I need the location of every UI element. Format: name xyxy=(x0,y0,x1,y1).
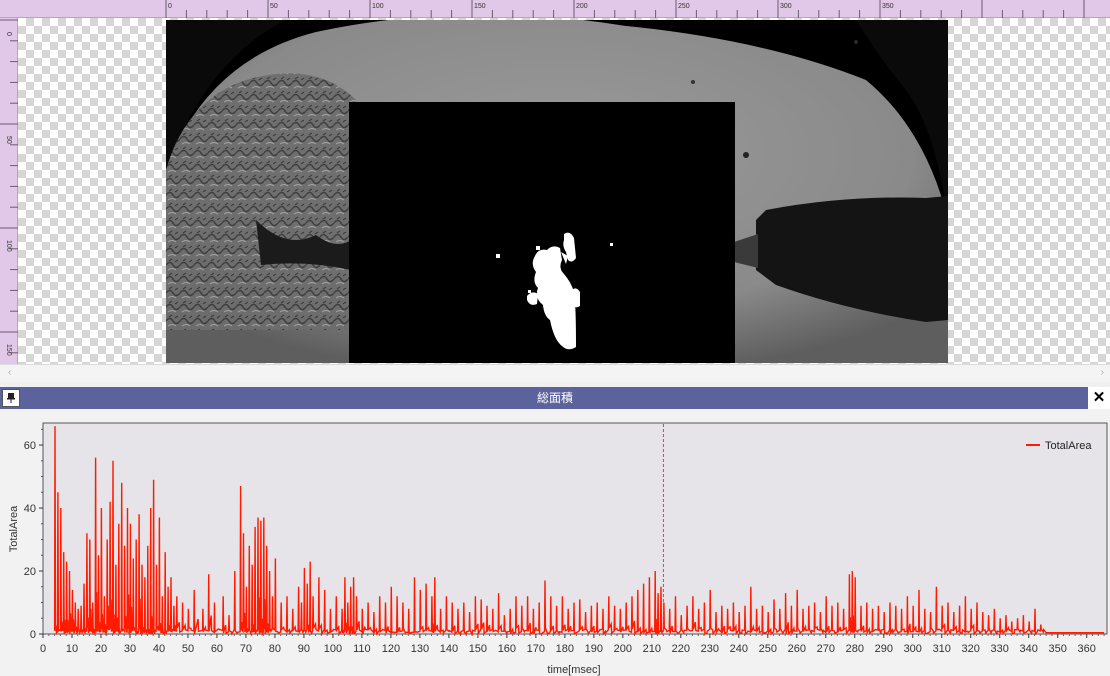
y-tick-label: 0 xyxy=(30,629,36,641)
x-tick-label: 340 xyxy=(1020,643,1038,655)
x-tick-label: 10 xyxy=(66,643,78,655)
x-tick-label: 210 xyxy=(643,643,661,655)
total-area-chart: 0 20 40 60 0 10 20 30 40 50 60 70 80 90 100 110 120 130 1… xyxy=(8,422,1108,676)
image-canvas[interactable] xyxy=(18,18,1110,364)
x-tick-label: 30 xyxy=(124,643,136,655)
x-tick-label: 280 xyxy=(846,643,864,655)
x-tick-label: 70 xyxy=(240,643,252,655)
scroll-right-icon[interactable]: › xyxy=(1101,367,1104,378)
x-tick-label: 150 xyxy=(469,643,487,655)
legend-label: TotalArea xyxy=(1045,440,1092,452)
y-tick-label: 40 xyxy=(24,503,36,515)
x-tick-label: 160 xyxy=(498,643,516,655)
close-button[interactable]: ✕ xyxy=(1088,387,1110,409)
x-tick-label: 240 xyxy=(730,643,748,655)
y-axis-label: TotalArea xyxy=(8,505,20,552)
chart-area: 0 20 40 60 0 10 20 30 40 50 60 70 80 90 100 110 120 130 1… xyxy=(0,409,1110,676)
x-tick-label: 300 xyxy=(904,643,922,655)
ruler-label: 200 xyxy=(576,3,588,10)
top-ruler-scale: 0 50 100 150 200 250 300 350 xyxy=(165,0,1085,18)
x-tick-label: 170 xyxy=(527,643,545,655)
left-ruler-scale: 0 50 100 150 xyxy=(0,19,18,356)
x-tick-label: 310 xyxy=(933,643,951,655)
x-tick-label: 330 xyxy=(991,643,1009,655)
ruler-label: 150 xyxy=(474,3,486,10)
x-tick-label: 140 xyxy=(440,643,458,655)
ruler-label: 100 xyxy=(5,240,12,252)
x-tick-label: 120 xyxy=(382,643,400,655)
ruler-label: 250 xyxy=(678,3,690,10)
x-tick-label: 40 xyxy=(153,643,165,655)
x-tick-label: 350 xyxy=(1049,643,1067,655)
x-tick-label: 250 xyxy=(759,643,777,655)
x-tick-label: 200 xyxy=(614,643,632,655)
x-tick-label: 100 xyxy=(324,643,342,655)
plot-area xyxy=(42,422,1108,635)
pin-icon[interactable] xyxy=(2,389,20,407)
ruler-label: 50 xyxy=(5,136,12,144)
top-ruler: 0 50 100 150 200 250 300 350 xyxy=(0,0,1110,18)
x-tick-label: 270 xyxy=(817,643,835,655)
ruler-label: 0 xyxy=(168,3,172,10)
x-tick-label: 320 xyxy=(962,643,980,655)
x-tick-label: 360 xyxy=(1078,643,1096,655)
y-tick-label: 60 xyxy=(24,440,36,452)
x-tick-label: 260 xyxy=(788,643,806,655)
left-ruler: 0 50 100 150 xyxy=(0,18,18,364)
chart-panel-title: 総面積 xyxy=(536,391,573,405)
x-tick-label: 290 xyxy=(875,643,893,655)
x-tick-label: 190 xyxy=(585,643,603,655)
x-tick-label: 80 xyxy=(269,643,281,655)
x-tick-label: 90 xyxy=(298,643,310,655)
ruler-label: 50 xyxy=(270,3,278,10)
ruler-label: 350 xyxy=(882,3,894,10)
x-axis-label: time[msec] xyxy=(547,664,600,676)
x-tick-label: 110 xyxy=(353,643,371,655)
x-tick-label: 60 xyxy=(211,643,223,655)
ruler-label: 300 xyxy=(780,3,792,10)
x-axis: 0 10 20 30 40 50 60 70 80 90 100 110 120 130 140 150 160… xyxy=(40,634,1105,655)
x-tick-label: 130 xyxy=(411,643,429,655)
y-tick-label: 20 xyxy=(24,566,36,578)
camera-frame-image xyxy=(166,20,948,363)
ruler-label: 150 xyxy=(5,344,12,356)
x-tick-label: 220 xyxy=(672,643,690,655)
x-tick-label: 180 xyxy=(556,643,574,655)
chart-panel-titlebar: 総面積 ✕ xyxy=(0,387,1110,409)
x-tick-label: 0 xyxy=(40,643,46,655)
ruler-label: 100 xyxy=(372,3,384,10)
scroll-left-icon[interactable]: ‹ xyxy=(8,367,11,378)
ruler-label: 0 xyxy=(5,32,12,36)
horizontal-scrollbar[interactable]: ‹ › xyxy=(0,364,1110,382)
y-axis: 0 20 40 60 xyxy=(24,428,43,641)
x-tick-label: 20 xyxy=(95,643,107,655)
x-tick-label: 50 xyxy=(182,643,194,655)
x-tick-label: 230 xyxy=(701,643,719,655)
